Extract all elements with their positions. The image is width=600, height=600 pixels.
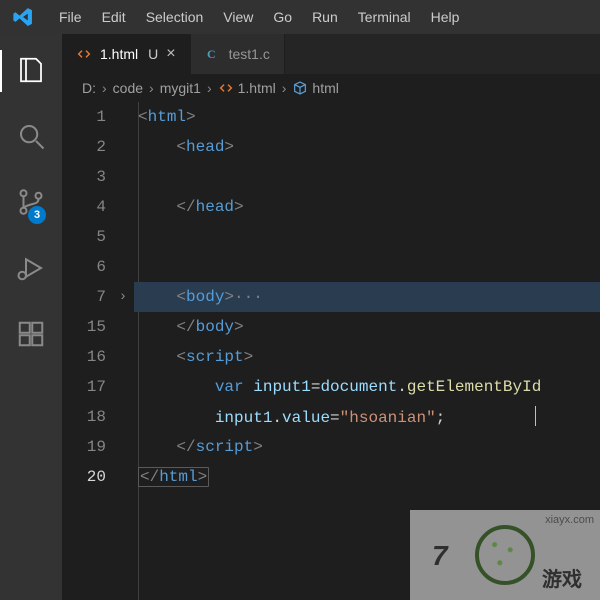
chevron-right-icon[interactable]: ›: [112, 282, 134, 312]
crumb-code[interactable]: code: [113, 80, 143, 96]
breadcrumb[interactable]: D: › code › mygit1 › 1.html › html: [62, 74, 600, 102]
code-line: </script>: [134, 432, 600, 462]
code-line: input1.value="hsoanian";: [134, 402, 600, 432]
code-line: [134, 222, 600, 252]
c-file-icon: C: [205, 46, 221, 62]
code-line: <head>: [134, 132, 600, 162]
chevron-right-icon: ›: [147, 80, 156, 96]
line-number-gutter: 1 2 3 4 5 6 7 15 16 17 18 19 20: [62, 102, 112, 600]
close-icon[interactable]: ×: [166, 46, 175, 62]
extensions-icon: [16, 319, 46, 352]
menu-run[interactable]: Run: [303, 6, 347, 28]
debug-icon: [16, 253, 46, 286]
activity-bar: 3: [0, 34, 62, 600]
code-line: </html>: [134, 462, 600, 492]
editor-tabs: 1.html U × C test1.c: [62, 34, 600, 74]
watermark-cn: 游戏: [542, 563, 582, 592]
menu-bar: File Edit Selection View Go Run Terminal…: [0, 0, 600, 34]
crumb-mygit1[interactable]: mygit1: [160, 80, 201, 96]
tab-label: test1.c: [229, 46, 270, 62]
activity-source-control[interactable]: 3: [0, 180, 62, 226]
watermark-number: 7: [432, 540, 448, 572]
code-line: var input1=document.getElementById: [134, 372, 600, 402]
html-file-icon: [218, 80, 234, 96]
activity-extensions[interactable]: [0, 312, 62, 358]
activity-search[interactable]: [0, 114, 62, 160]
watermark-logo-icon: [475, 525, 535, 585]
tab-1-html[interactable]: 1.html U ×: [62, 34, 191, 74]
search-icon: [16, 121, 46, 154]
code-line: <html>: [134, 102, 600, 132]
menu-view[interactable]: View: [214, 6, 262, 28]
tab-test1-c[interactable]: C test1.c: [191, 34, 285, 74]
menu-file[interactable]: File: [50, 6, 91, 28]
chevron-right-icon: ›: [205, 80, 214, 96]
cube-icon: [292, 80, 308, 96]
watermark-url: xiayx.com: [545, 514, 594, 526]
svg-text:C: C: [207, 47, 216, 61]
menu-go[interactable]: Go: [264, 6, 301, 28]
code-line: </head>: [134, 192, 600, 222]
menu-help[interactable]: Help: [422, 6, 469, 28]
activity-debug[interactable]: [0, 246, 62, 292]
watermark-overlay: xiayx.com 7 游戏: [410, 510, 600, 600]
html-file-icon: [76, 46, 92, 62]
files-icon: [16, 55, 46, 88]
chevron-right-icon: ›: [100, 80, 109, 96]
vscode-logo-icon: [10, 4, 36, 30]
code-line: <script>: [134, 342, 600, 372]
chevron-right-icon: ›: [280, 80, 289, 96]
code-line: <body>···: [134, 282, 600, 312]
crumb-symbol[interactable]: html: [292, 80, 338, 96]
scm-badge: 3: [28, 206, 46, 224]
code-line: [134, 252, 600, 282]
tab-modified-indicator: U: [148, 46, 158, 62]
code-line: </body>: [134, 312, 600, 342]
menu-edit[interactable]: Edit: [93, 6, 135, 28]
code-line: [134, 162, 600, 192]
menu-selection[interactable]: Selection: [137, 6, 213, 28]
tab-label: 1.html: [100, 46, 138, 62]
menu-terminal[interactable]: Terminal: [349, 6, 420, 28]
activity-explorer[interactable]: [0, 48, 62, 94]
fold-gutter[interactable]: ›: [112, 102, 134, 600]
crumb-file[interactable]: 1.html: [218, 80, 276, 96]
crumb-drive[interactable]: D:: [82, 80, 96, 96]
